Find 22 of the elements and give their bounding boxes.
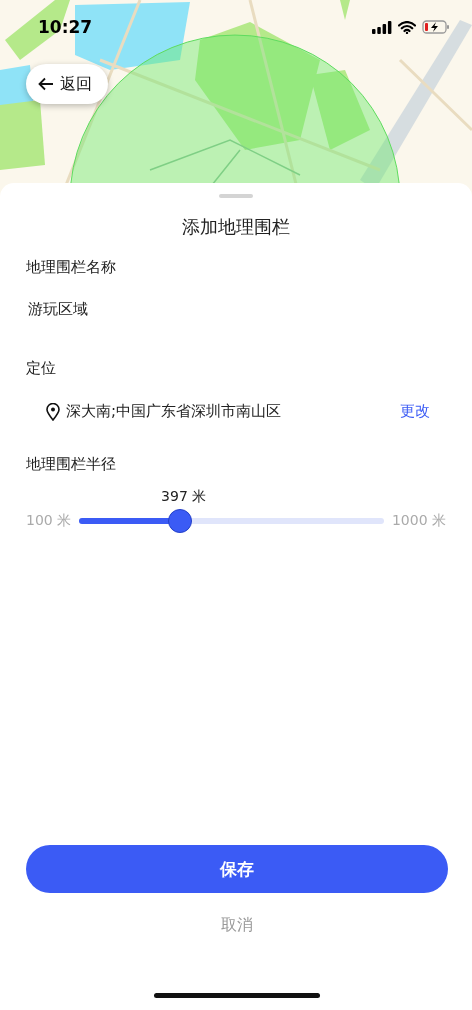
change-link[interactable]: 更改 bbox=[400, 402, 446, 421]
field-label: 地理围栏半径 bbox=[26, 455, 117, 474]
wifi-icon bbox=[398, 20, 416, 34]
save-button[interactable]: 保存 bbox=[26, 845, 448, 893]
signal-icon bbox=[372, 20, 392, 34]
slider-thumb[interactable] bbox=[167, 509, 192, 533]
sheet-title: 添加地理围栏 bbox=[181, 215, 291, 239]
field-label: 地理围栏名称 bbox=[26, 258, 117, 277]
drag-handle[interactable] bbox=[219, 194, 253, 198]
slider-value: 397 米 bbox=[160, 488, 208, 506]
radius-slider[interactable] bbox=[79, 509, 384, 533]
slider-max-label: 1000 米 bbox=[391, 512, 446, 530]
back-button[interactable]: 返回 bbox=[26, 64, 108, 104]
name-value: 游玩区域 bbox=[27, 300, 89, 319]
location-address: 深大南;中国广东省深圳市南山区 bbox=[66, 402, 282, 421]
status-time: 10:27 bbox=[38, 17, 93, 37]
field-label: 定位 bbox=[26, 359, 57, 378]
cancel-button[interactable]: 取消 bbox=[213, 911, 261, 940]
location-pin-icon bbox=[46, 402, 60, 421]
arrow-left-icon bbox=[38, 77, 54, 91]
slider-min-label: 100 米 bbox=[26, 512, 72, 530]
battery-icon bbox=[422, 20, 450, 34]
